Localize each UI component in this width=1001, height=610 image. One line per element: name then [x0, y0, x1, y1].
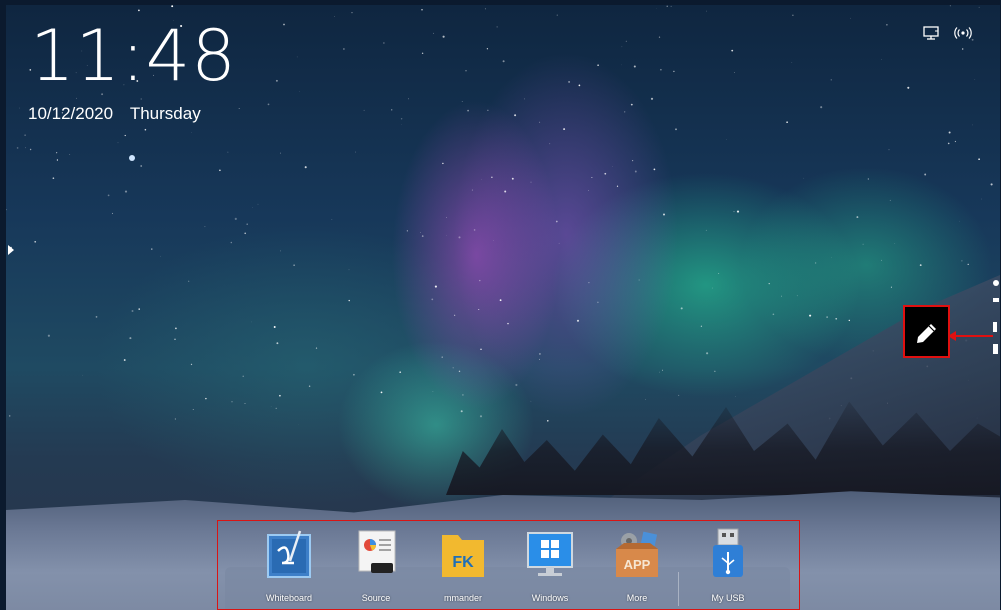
side-menu-icon[interactable]	[993, 344, 998, 354]
dock-item-source[interactable]: Source	[336, 527, 416, 603]
side-back-icon[interactable]	[993, 298, 999, 302]
dock-item-windows[interactable]: Windows	[510, 527, 590, 603]
left-panel-toggle-icon[interactable]	[8, 245, 14, 255]
clock-time: 11:48	[30, 15, 237, 97]
clock-weekday: Thursday	[129, 104, 201, 123]
pen-icon	[916, 323, 936, 343]
dock-item-whiteboard[interactable]: Whiteboard	[249, 527, 329, 603]
fk-badge-text: FK	[452, 554, 474, 571]
usb-icon	[703, 527, 753, 581]
windows-icon	[525, 527, 575, 581]
highlight-arrow-head	[948, 331, 956, 341]
monitor-icon[interactable]	[921, 24, 941, 42]
side-settings-icon[interactable]	[993, 322, 997, 332]
dock-label-more: More	[626, 593, 648, 603]
wireless-icon[interactable]	[953, 24, 973, 42]
dock-item-file-commander[interactable]: FK mmander	[423, 527, 503, 603]
app-badge-text: APP	[624, 557, 651, 572]
dock-item-usb[interactable]: My USB	[688, 527, 768, 603]
highlight-arrow-line	[950, 335, 993, 337]
side-home-icon[interactable]	[993, 280, 999, 286]
file-commander-icon: FK	[438, 527, 488, 581]
dock-label-whiteboard: Whiteboard	[265, 593, 313, 603]
app-box-icon: APP	[612, 527, 662, 581]
clock-date: 10/12/2020	[28, 104, 114, 123]
clock-date-row: 10/12/2020 Thursday	[28, 104, 201, 124]
dock-label-file-commander: mmander	[443, 593, 482, 603]
source-icon	[351, 527, 401, 581]
dock-label-usb: My USB	[711, 593, 745, 603]
status-tray	[921, 24, 973, 42]
whiteboard-icon	[264, 527, 314, 581]
side-toolbar	[993, 250, 1001, 366]
pen-tool-button[interactable]	[903, 305, 950, 358]
dock-label-source: Source	[361, 593, 391, 603]
dock-label-windows: Windows	[531, 593, 569, 603]
dock-item-more[interactable]: APP More	[597, 527, 677, 603]
